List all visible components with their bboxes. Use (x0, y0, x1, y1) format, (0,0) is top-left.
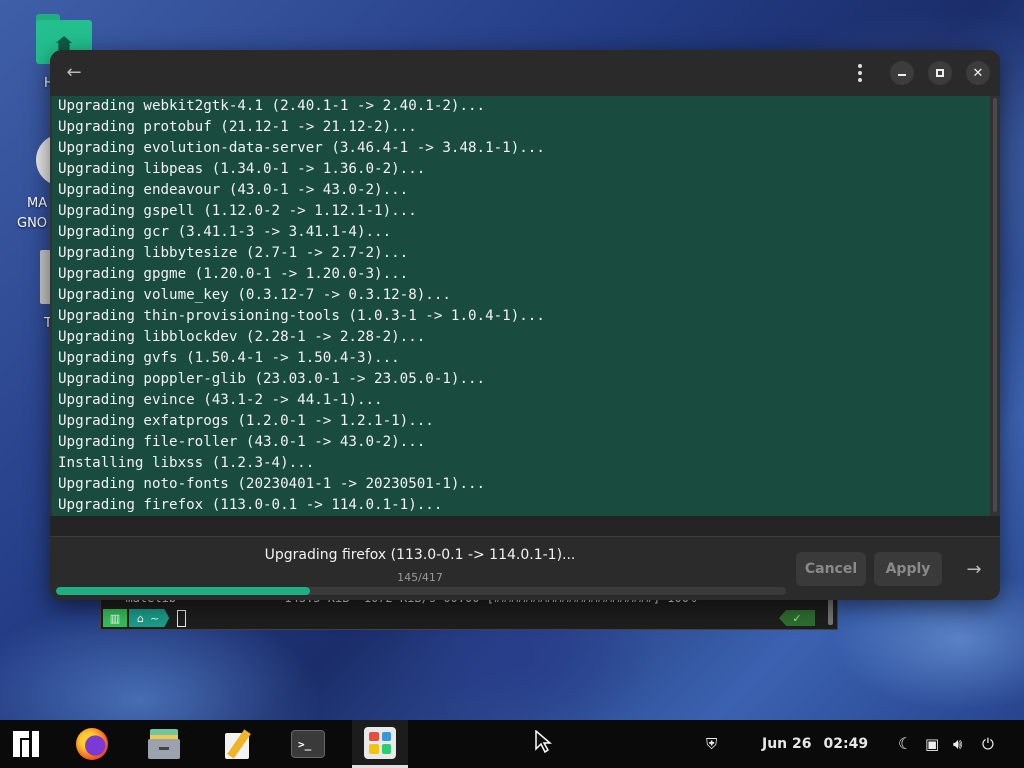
close-button[interactable]: ✕ (966, 61, 990, 85)
log-line: Upgrading noto-fonts (20230401-1 -> 2023… (58, 476, 486, 492)
log-line: Upgrading gvfs (1.50.4-1 -> 1.50.4-3)... (58, 350, 400, 366)
log-line: Upgrading libpeas (1.34.0-1 -> 1.36.0-2)… (58, 161, 426, 177)
firefox-icon (76, 728, 108, 760)
clock[interactable]: Jun 26 02:49 (762, 720, 868, 768)
close-icon: ✕ (972, 65, 984, 81)
log-line: Upgrading file-roller (43.0-1 -> 43.0-2)… (58, 434, 426, 450)
log-line: Upgrading libbytesize (2.7-1 -> 2.7-2)..… (58, 245, 409, 261)
shield-icon[interactable]: ⛨ (706, 736, 717, 752)
terminal-launcher[interactable]: >_ (288, 720, 328, 768)
progress-count: 145/417 (397, 571, 443, 584)
power-icon[interactable]: ⏻ (982, 736, 994, 752)
desktop-label-manjaro: MA (27, 196, 48, 211)
minimize-icon (898, 74, 906, 76)
log-line: Installing libxss (1.2.3-4)... (58, 455, 315, 471)
transaction-log-area: Upgrading webkit2gtk-4.1 (2.40.1-1 -> 2.… (50, 96, 1000, 516)
prompt-path: ⌂ ~ (129, 609, 170, 627)
desktop-label-gnome: GNO (17, 216, 48, 231)
clock-date: Jun 26 (762, 736, 812, 752)
transaction-log: Upgrading webkit2gtk-4.1 (2.40.1-1 -> 2.… (52, 96, 990, 516)
log-line: Upgrading poppler-glib (23.03.0-1 -> 23.… (58, 371, 486, 387)
log-line: Upgrading thin-provisioning-tools (1.0.3… (58, 308, 545, 324)
log-line: Upgrading firefox (113.0-0.1 -> 114.0.1-… (58, 497, 443, 513)
maximize-icon (936, 69, 944, 77)
log-line: Upgrading protobuf (21.12-1 -> 21.12-2).… (58, 119, 417, 135)
software-manager-launcher[interactable] (352, 720, 408, 768)
log-line: Upgrading webkit2gtk-4.1 (2.40.1-1 -> 2.… (58, 98, 486, 114)
log-line: Upgrading gpgme (1.20.0-1 -> 1.20.0-3)..… (58, 266, 409, 282)
files-launcher[interactable] (144, 720, 184, 768)
cancel-button[interactable]: Cancel (796, 552, 866, 586)
clock-time: 02:49 (823, 736, 869, 752)
transaction-footer: Upgrading firefox (113.0-0.1 -> 114.0.1-… (50, 536, 1000, 600)
manjaro-prompt-icon: ▥ (103, 609, 127, 627)
log-line: Upgrading gspell (1.12.0-2 -> 1.12.1-1).… (58, 203, 417, 219)
back-arrow-icon[interactable]: ← (62, 61, 86, 85)
log-line: Upgrading evince (43.1-2 -> 44.1-1)... (58, 392, 383, 408)
log-line: Upgrading volume_key (0.3.12-7 -> 0.3.12… (58, 287, 451, 303)
log-line: Upgrading gcr (3.41.1-3 -> 3.41.1-4)... (58, 224, 392, 240)
night-mode-icon[interactable]: ☾ (898, 736, 912, 752)
prompt-path-label: ~ (149, 611, 160, 625)
transaction-dialog: ← ✕ Upgrading webkit2gtk-4.1 (2.40.1-1 -… (50, 50, 1000, 600)
log-line: Upgrading evolution-data-server (3.46.4-… (58, 140, 545, 156)
dialog-headerbar: ← ✕ (50, 50, 1000, 96)
software-manager-icon (364, 726, 396, 759)
terminal-prompt: ▥ ⌂ ~ (103, 609, 187, 627)
manjaro-menu-button[interactable] (6, 720, 46, 768)
log-line: Upgrading endeavour (43.0-1 -> 43.0-2)..… (58, 182, 409, 198)
log-scrollbar[interactable] (993, 98, 997, 512)
log-line: Upgrading libblockdev (2.28-1 -> 2.28-2)… (58, 329, 426, 345)
progress-bar (56, 587, 786, 595)
progress-bar-fill (56, 587, 311, 595)
manjaro-menu-icon (13, 731, 39, 757)
terminal-icon: >_ (291, 730, 325, 758)
transaction-status: Upgrading firefox (113.0-0.1 -> 114.0.1-… (264, 547, 576, 563)
home-icon: ⌂ (137, 611, 144, 625)
mouse-pointer-icon (535, 730, 552, 754)
terminal-cursor (177, 609, 187, 627)
files-icon (148, 729, 180, 759)
apply-button[interactable]: Apply (874, 552, 942, 586)
text-editor-icon (225, 729, 255, 759)
forward-arrow-icon[interactable]: → (960, 559, 988, 581)
log-line: Upgrading exfatprogs (1.2.0-1 -> 1.2.1-1… (58, 413, 434, 429)
maximize-button[interactable] (928, 61, 952, 85)
text-editor-launcher[interactable] (220, 720, 260, 768)
volume-icon[interactable]: 🔊︎ (953, 736, 962, 752)
minimize-button[interactable] (890, 61, 914, 85)
kebab-menu-icon[interactable] (850, 61, 870, 85)
prompt-status-ok: ✓ (779, 610, 815, 626)
firefox-launcher[interactable] (72, 720, 112, 768)
network-icon[interactable]: ▣ (925, 736, 939, 752)
